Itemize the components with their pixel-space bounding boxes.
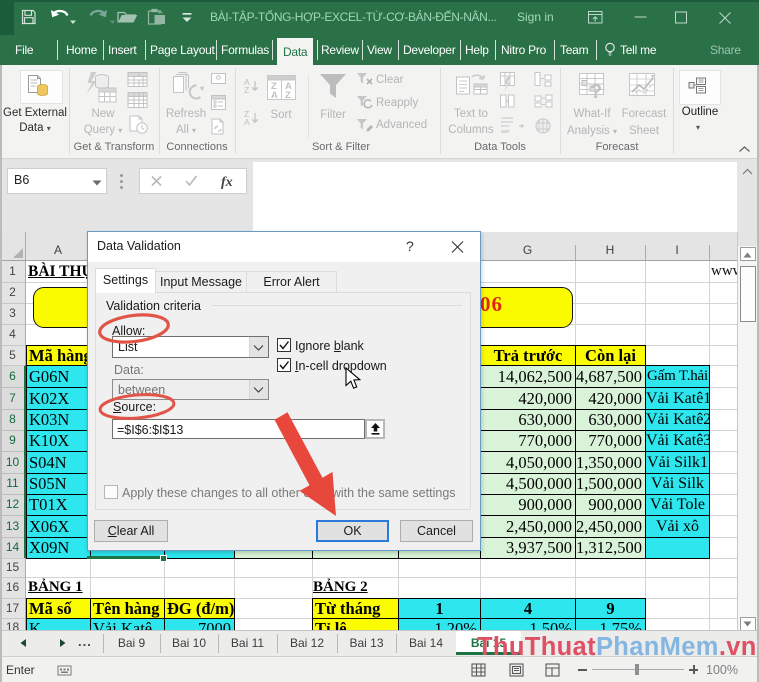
svg-text:Z: Z [285, 90, 291, 100]
svg-text:fx: fx [221, 175, 233, 190]
svg-text:A: A [271, 90, 278, 100]
svg-text:?: ? [590, 81, 602, 102]
